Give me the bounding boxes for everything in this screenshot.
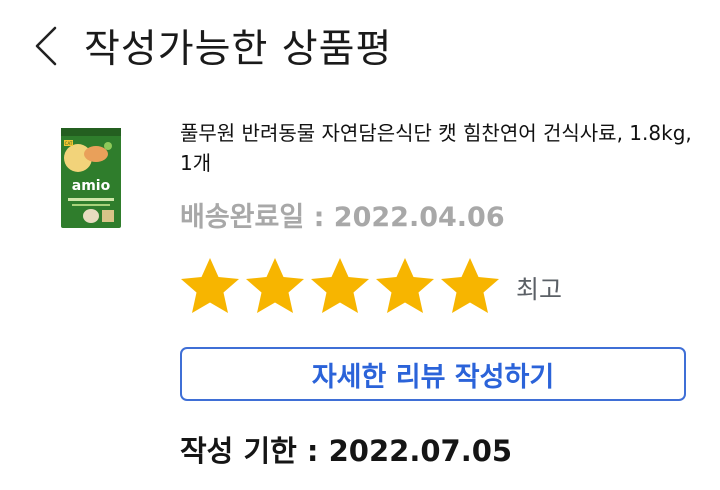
star-icon[interactable] (243, 255, 307, 319)
page-title: 작성가능한 상품평 (84, 27, 393, 72)
header: 작성가능한 상품평 (0, 0, 720, 95)
review-deadline: 작성 기한 : 2022.07.05 (180, 434, 513, 468)
delivery-date: 배송완료일 : 2022.04.06 (180, 202, 505, 233)
product-image: CAT amio (61, 128, 121, 228)
cat-badge: CAT (65, 141, 73, 146)
brand-logo: amio (72, 178, 111, 194)
star-icon[interactable] (373, 255, 437, 319)
back-button[interactable] (26, 24, 66, 68)
star-icon[interactable] (438, 255, 502, 319)
write-review-button[interactable]: 자세한 리뷰 작성하기 (180, 347, 686, 401)
chevron-left-icon (35, 26, 57, 66)
star-icon[interactable] (308, 255, 372, 319)
rating-label: 최고 (516, 275, 563, 304)
product-thumbnail[interactable]: CAT amio (60, 128, 122, 228)
star-icon[interactable] (178, 255, 242, 319)
product-name[interactable]: 풀무원 반려동물 자연담은식단 캣 힘찬연어 건식사료, 1.8kg, 1개 (180, 118, 700, 178)
star-rating[interactable] (178, 254, 503, 320)
